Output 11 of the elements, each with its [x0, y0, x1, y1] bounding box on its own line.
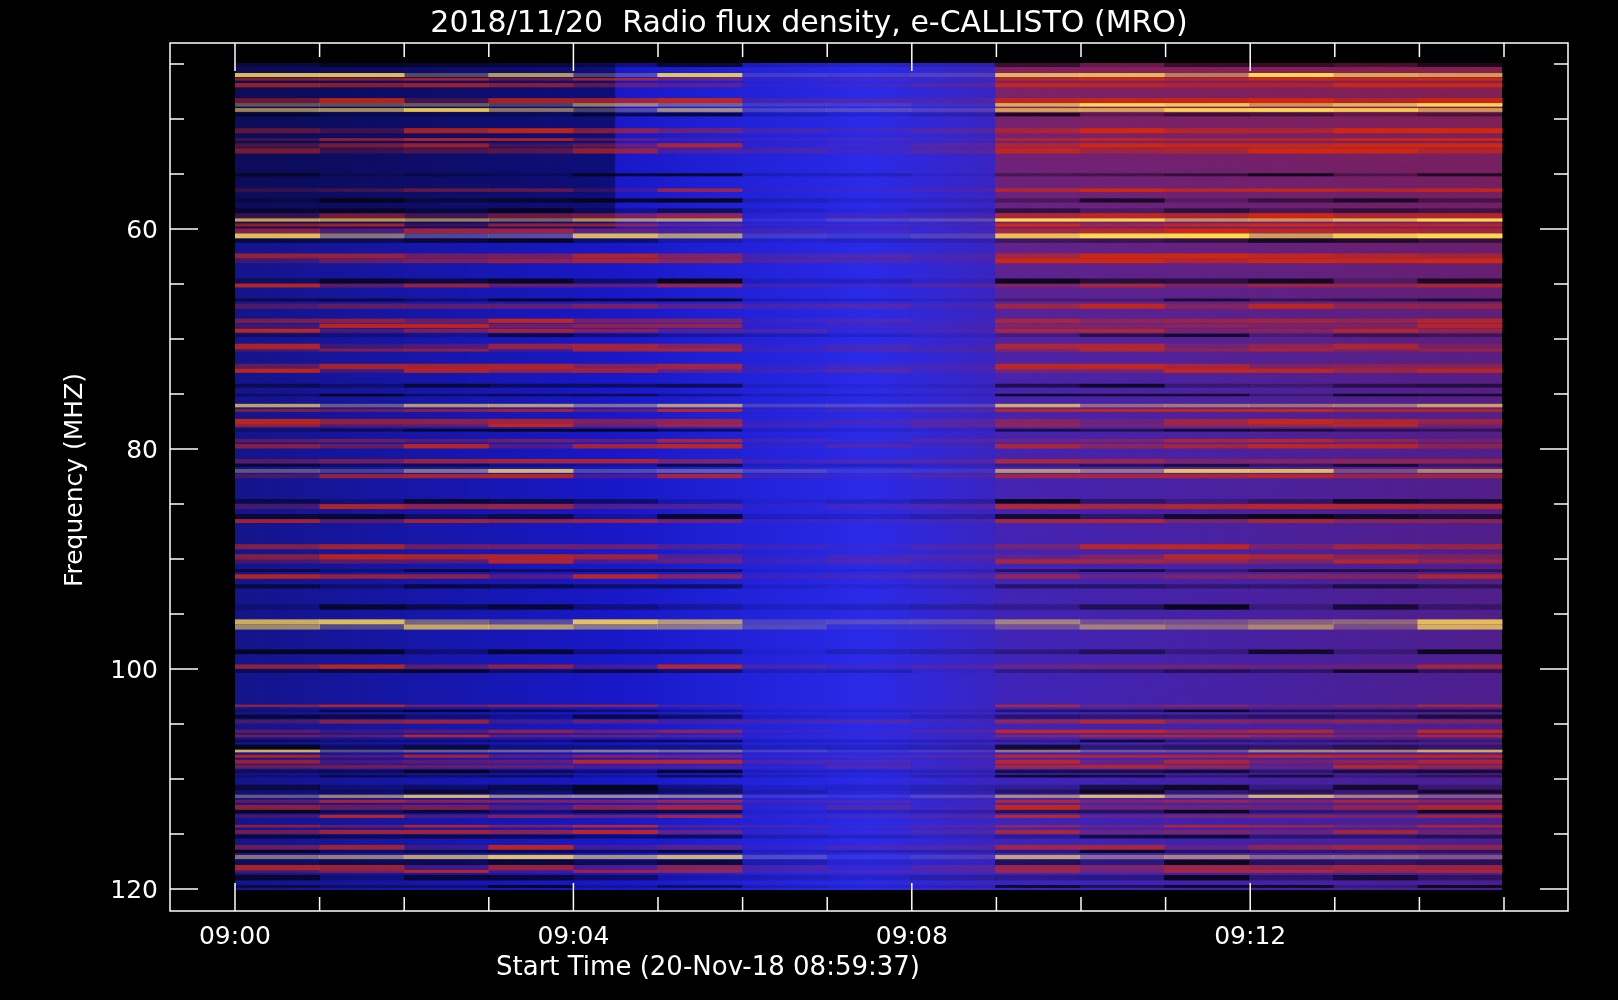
x-axis-label: Start Time (20-Nov-18 08:59:37) — [496, 951, 920, 981]
x-tick-label: 09:08 — [875, 921, 948, 950]
y-tick-label: 60 — [126, 215, 158, 244]
x-tick-label: 09:04 — [537, 921, 610, 950]
y-tick-label: 80 — [126, 435, 158, 464]
y-tick-label: 120 — [110, 875, 158, 904]
chart-title: 2018/11/20 Radio flux density, e-CALLISTO (MRO) — [430, 4, 1188, 39]
y-axis-label: Frequency (MHZ) — [59, 372, 88, 588]
x-tick-label: 09:12 — [1214, 921, 1287, 950]
y-tick-label: 100 — [110, 655, 158, 684]
x-tick-label: 09:00 — [199, 921, 271, 950]
